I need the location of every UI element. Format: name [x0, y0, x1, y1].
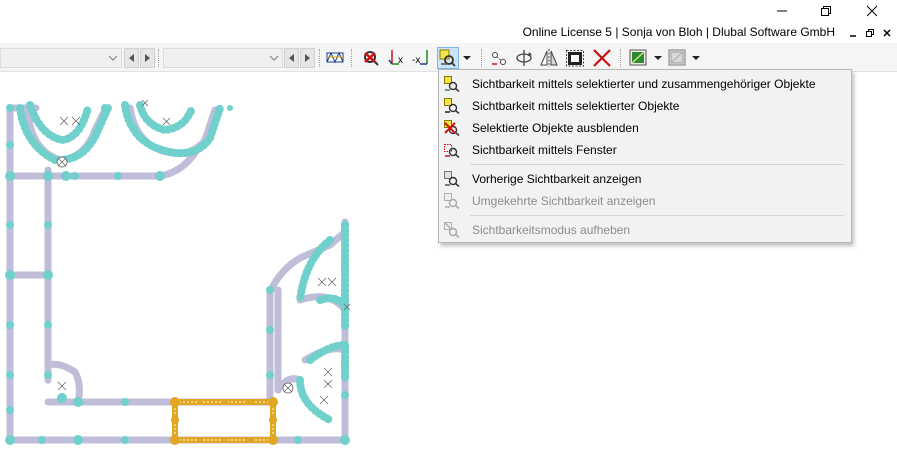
menu-item-label: Vorherige Sichtbarkeit anzeigen [472, 172, 642, 186]
toolbar-separator [620, 49, 621, 67]
restore-icon [821, 6, 831, 16]
combo-box-1[interactable] [0, 48, 122, 68]
visibility-menu: Sichtbarkeit mittels selektierter und zu… [438, 69, 852, 243]
close-icon [883, 29, 891, 37]
restore-button[interactable] [803, 0, 849, 22]
toolbar-separator [481, 49, 482, 67]
triangle-down-icon [654, 56, 662, 60]
combo2-next-button[interactable] [300, 48, 315, 68]
visibility-window-icon [444, 144, 460, 158]
visibility-dropdown-toggle[interactable] [461, 47, 473, 69]
load-path-button[interactable] [324, 47, 346, 69]
minimize-button[interactable] [759, 0, 805, 22]
cross-delete-button[interactable] [591, 47, 613, 69]
menu-item-visibility-window[interactable]: Sichtbarkeit mittels Fenster [441, 139, 849, 161]
triangle-left-icon [288, 54, 294, 62]
mdi-restore-button[interactable] [862, 26, 878, 40]
triangle-down-icon [692, 56, 700, 60]
mirror-button[interactable] [538, 47, 560, 69]
mirror-icon [540, 49, 558, 67]
menu-item-visibility-selected[interactable]: Sichtbarkeit mittels selektierter Objekt… [441, 95, 849, 117]
cross-delete-icon [593, 49, 611, 67]
triangle-left-icon [128, 54, 134, 62]
triangle-right-icon [304, 54, 310, 62]
visibility-selection-button[interactable] [437, 47, 459, 69]
view-wireframe-button[interactable] [667, 47, 689, 69]
menu-separator [470, 215, 844, 216]
toolbar-separator [158, 49, 159, 67]
svg-text:x: x [398, 55, 403, 66]
chevron-down-icon [108, 55, 118, 61]
license-text: Online License 5 | Sonja von Bloh | Dlub… [522, 25, 835, 39]
view-wireframe-dropdown[interactable] [690, 47, 702, 69]
node-connect-button[interactable] [488, 47, 510, 69]
view-render-button[interactable] [628, 47, 650, 69]
view-wireframe-icon [668, 49, 686, 66]
rotate-icon [516, 50, 532, 66]
menu-item-hide-selected[interactable]: Selektierte Objekte ausblenden [441, 117, 849, 139]
visibility-selected-icon [444, 98, 460, 114]
combo1-next-button[interactable] [140, 48, 155, 68]
menu-item-visibility-related[interactable]: Sichtbarkeit mittels selektierter und zu… [441, 73, 849, 95]
menu-item-label: Sichtbarkeit mittels selektierter und zu… [472, 77, 816, 91]
cancel-visibility-icon [444, 222, 460, 238]
axis-x-icon: x [388, 50, 403, 66]
axis-x-button[interactable]: x [386, 47, 408, 69]
mdi-minimize-button[interactable] [845, 26, 861, 40]
minimize-icon [777, 10, 787, 12]
combo2-prev-button[interactable] [284, 48, 299, 68]
menu-item-label: Sichtbarkeit mittels selektierter Objekt… [472, 99, 680, 113]
triangle-right-icon [144, 54, 150, 62]
selected-members[interactable] [170, 397, 278, 445]
menu-item-cancel-visibility[interactable]: Sichtbarkeitsmodus aufheben [441, 219, 849, 241]
license-bar: Online License 5 | Sonja von Bloh | Dlub… [0, 22, 897, 43]
triangle-down-icon [463, 56, 471, 60]
mdi-close-button[interactable] [879, 26, 895, 40]
select-window-icon [566, 50, 584, 67]
rotate-button[interactable] [513, 47, 535, 69]
chevron-down-icon [269, 55, 279, 61]
axis-minus-x-icon: -x [412, 50, 428, 66]
main-toolbar: x -x [0, 43, 897, 72]
minimize-icon [850, 35, 856, 37]
menu-item-label: Umgekehrte Sichtbarkeit anzeigen [472, 194, 656, 208]
view-render-dropdown[interactable] [652, 47, 664, 69]
menu-separator [470, 164, 844, 165]
svg-text:-x: -x [412, 55, 420, 66]
toolbar-separator [351, 49, 352, 67]
menu-item-label: Sichtbarkeit mittels Fenster [472, 143, 617, 157]
combo1-prev-button[interactable] [124, 48, 139, 68]
inverse-visibility-icon [444, 193, 460, 209]
visibility-related-icon [444, 76, 460, 92]
view-render-icon [629, 49, 647, 66]
combo-box-2[interactable] [163, 48, 283, 68]
window-titlebar [0, 0, 897, 22]
menu-item-inverse-visibility[interactable]: Umgekehrte Sichtbarkeit anzeigen [441, 190, 849, 212]
restore-icon [866, 29, 874, 37]
load-path-icon [326, 51, 344, 64]
select-window-button[interactable] [564, 47, 586, 69]
visibility-selection-icon [439, 49, 456, 67]
visibility-delete-button[interactable] [361, 47, 383, 69]
close-icon [866, 5, 878, 17]
close-button[interactable] [849, 0, 895, 22]
visibility-delete-icon [364, 51, 379, 66]
menu-item-previous-visibility[interactable]: Vorherige Sichtbarkeit anzeigen [441, 168, 849, 190]
previous-visibility-icon [444, 171, 460, 187]
hide-selected-icon [444, 120, 460, 136]
axis-minus-x-button[interactable]: -x [411, 47, 433, 69]
menu-item-label: Selektierte Objekte ausblenden [472, 121, 639, 135]
menu-item-label: Sichtbarkeitsmodus aufheben [472, 223, 631, 237]
toolbar-separator [319, 49, 320, 67]
node-connect-icon [492, 52, 506, 65]
